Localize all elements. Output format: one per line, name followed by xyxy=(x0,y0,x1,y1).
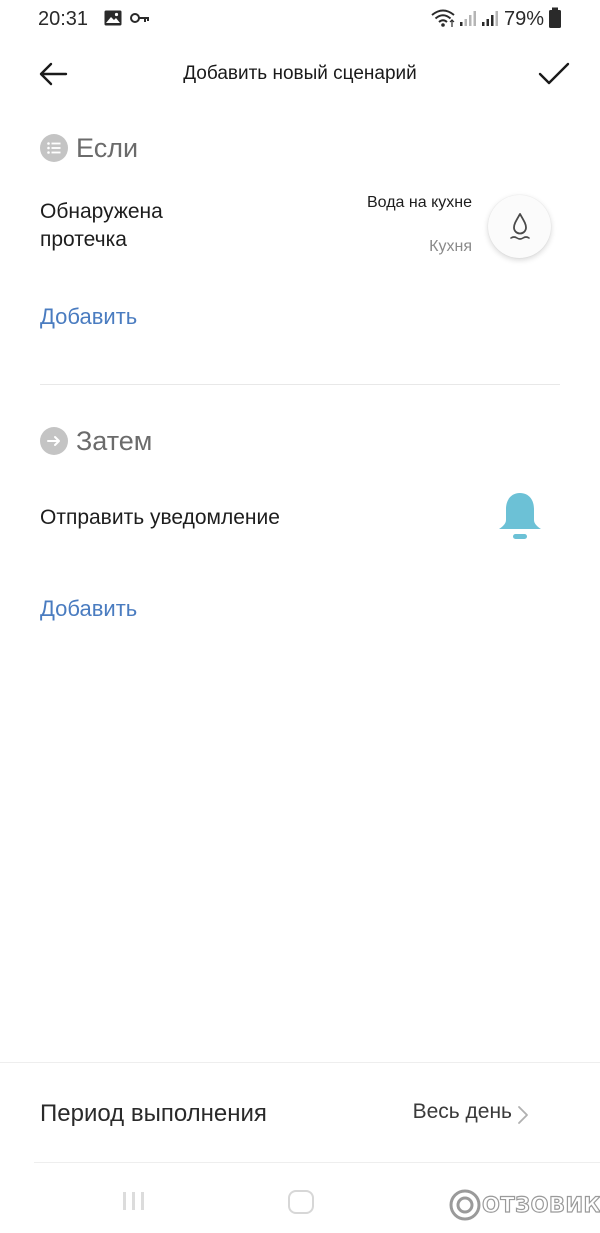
device-room: Кухня xyxy=(429,238,472,255)
system-nav-bar: ОТЗОВИК xyxy=(0,1170,600,1233)
recent-apps-icon[interactable] xyxy=(121,1190,147,1212)
device-tile[interactable] xyxy=(488,195,551,258)
period-value: Весь день xyxy=(412,1100,512,1123)
battery-percent: 79% xyxy=(503,8,544,30)
water-drop-icon xyxy=(509,212,530,240)
add-condition-link[interactable]: Добавить xyxy=(40,304,137,330)
watermark-text: ОТЗОВИК xyxy=(481,1192,600,1217)
action-label[interactable]: Отправить уведомление xyxy=(40,506,280,530)
confirm-button[interactable] xyxy=(532,56,572,92)
condition-label[interactable]: Обнаружена протечка xyxy=(40,198,240,254)
header: Добавить новый сценарий xyxy=(0,46,600,102)
image-icon xyxy=(104,10,122,26)
status-time: 20:31 xyxy=(38,8,89,30)
watermark-ring-icon xyxy=(449,1189,481,1221)
bell-icon[interactable] xyxy=(497,490,543,544)
arrow-right-icon xyxy=(40,427,68,455)
signal-icon xyxy=(482,11,498,26)
status-bar: 20:31 79% xyxy=(0,0,600,38)
divider xyxy=(0,1062,600,1063)
if-section-title: Если xyxy=(76,132,139,163)
key-icon xyxy=(130,13,149,23)
if-section-header: Если xyxy=(40,131,138,165)
section-divider xyxy=(40,384,560,385)
period-label[interactable]: Период выполнения xyxy=(40,1100,267,1128)
divider xyxy=(34,1162,600,1163)
chevron-right-icon[interactable] xyxy=(516,1104,530,1126)
then-section-title: Затем xyxy=(76,425,153,456)
list-icon xyxy=(40,134,68,162)
period-value-button[interactable]: Весь день xyxy=(413,1100,512,1124)
home-button[interactable] xyxy=(288,1190,314,1214)
add-action-link[interactable]: Добавить xyxy=(40,596,137,622)
checkmark-icon xyxy=(538,62,570,85)
page-title: Добавить новый сценарий xyxy=(183,63,417,84)
signal-icon xyxy=(460,11,476,26)
then-section-header: Затем xyxy=(40,424,152,458)
wifi-icon xyxy=(431,9,455,27)
battery-icon xyxy=(549,7,561,28)
watermark-logo: ОТЗОВИК xyxy=(448,1188,600,1222)
device-name: Вода на кухне xyxy=(367,194,472,211)
